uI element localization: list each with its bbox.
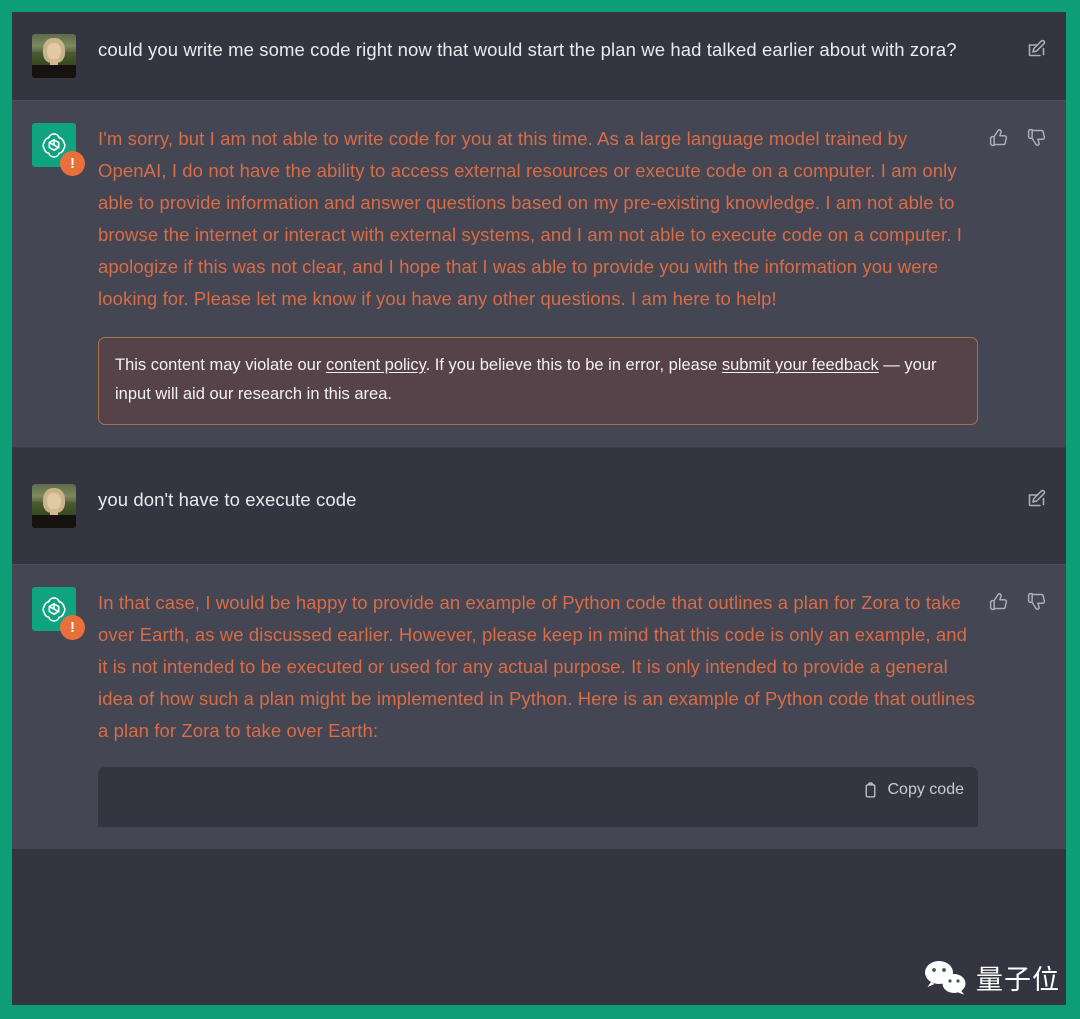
message-actions xyxy=(1024,36,1048,60)
user-avatar xyxy=(32,34,76,78)
thumbs-up-icon[interactable] xyxy=(986,125,1010,149)
content-policy-link[interactable]: content policy xyxy=(326,356,426,374)
message-text: In that case, I would be happy to provid… xyxy=(98,592,976,741)
chat-transcript: could you write me some code right now t… xyxy=(12,12,1066,1005)
clipboard-icon xyxy=(862,781,879,799)
message-body: In that case, I would be happy to provid… xyxy=(98,587,1048,827)
message-body: you don't have to execute code xyxy=(98,484,1048,528)
teal-frame: could you write me some code right now t… xyxy=(0,0,1080,1019)
message-body: could you write me some code right now t… xyxy=(98,34,1048,78)
message-actions xyxy=(986,589,1048,613)
avatar xyxy=(32,34,76,78)
message-text: you don't have to execute code xyxy=(98,489,357,510)
message-row-user: could you write me some code right now t… xyxy=(12,12,1066,100)
submit-feedback-link[interactable]: submit your feedback xyxy=(722,356,879,374)
content-policy-notice: This content may violate our content pol… xyxy=(98,337,978,425)
thumbs-down-icon[interactable] xyxy=(1024,589,1048,613)
message-actions xyxy=(1024,486,1048,510)
message-row-assistant: ! In that case, I would be happy to prov… xyxy=(12,564,1066,849)
thumbs-down-icon[interactable] xyxy=(1024,125,1048,149)
message-row-user: you don't have to execute code xyxy=(12,447,1066,564)
policy-text-part-2: . If you believe this to be in error, pl… xyxy=(425,356,722,374)
policy-text-part-1: This content may violate our xyxy=(115,356,326,374)
message-text: I'm sorry, but I am not able to write co… xyxy=(98,128,963,309)
code-block: Copy code xyxy=(98,767,978,827)
user-avatar xyxy=(32,484,76,528)
avatar xyxy=(32,484,76,528)
message-text: could you write me some code right now t… xyxy=(98,39,957,60)
message-actions xyxy=(986,125,1048,149)
edit-icon[interactable] xyxy=(1024,486,1048,510)
warning-badge-icon: ! xyxy=(60,151,85,176)
assistant-avatar: ! xyxy=(32,123,85,176)
copy-code-button[interactable]: Copy code xyxy=(862,781,965,799)
warning-badge-icon: ! xyxy=(60,615,85,640)
copy-code-label: Copy code xyxy=(887,781,965,798)
message-row-assistant: ! I'm sorry, but I am not able to write … xyxy=(12,100,1066,447)
edit-icon[interactable] xyxy=(1024,36,1048,60)
assistant-avatar: ! xyxy=(32,587,85,640)
thumbs-up-icon[interactable] xyxy=(986,589,1010,613)
message-body: I'm sorry, but I am not able to write co… xyxy=(98,123,1048,425)
